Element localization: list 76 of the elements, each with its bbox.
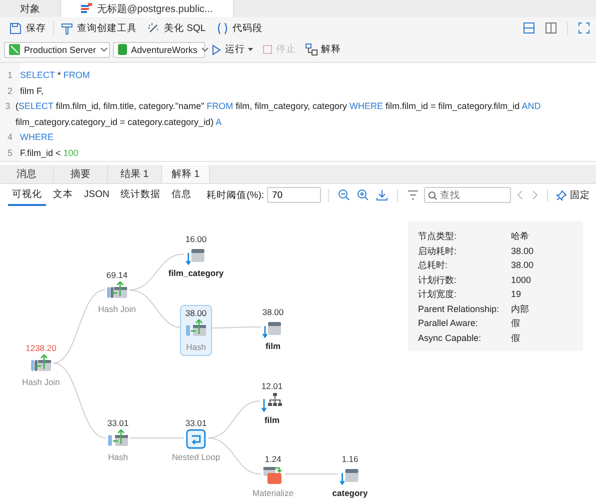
cost-label: 69.14 [106, 270, 128, 281]
detail-value: 19 [511, 288, 522, 301]
toolbar-button[interactable]: 查询创建工具 [58, 20, 140, 36]
detail-value: 1000 [511, 274, 532, 286]
cost-label: 33.01 [185, 418, 207, 429]
detail-label: Async Capable: [418, 332, 482, 345]
result-tab[interactable]: 解释 1 [162, 165, 210, 183]
plan-node[interactable]: 1.24 Materialize [247, 451, 299, 499]
detail-value: 38.00 [511, 259, 535, 272]
operation-label: Hash Join [98, 303, 136, 315]
result-tab[interactable]: 消息 [0, 165, 54, 183]
detail-label: 总耗时: [418, 259, 449, 272]
detail-label: 计划行数: [418, 274, 458, 286]
cost-label: 38.00 [185, 308, 207, 319]
cost-label: 33.01 [107, 418, 129, 429]
server-dropdown[interactable]: Production Server [4, 42, 110, 58]
code-line: SELECT * FROM [20, 69, 90, 82]
detail-label: 启动耗时: [418, 244, 458, 258]
plan-node[interactable]: 33.01 Hash [102, 415, 134, 466]
code-line: F.film_id < 100 [20, 146, 78, 160]
line-number: 2 [6, 84, 14, 98]
plan-node[interactable]: 1.16 category [327, 451, 373, 499]
cost-label: 1.24 [264, 454, 282, 465]
cost-label: 16.00 [185, 234, 207, 245]
pin-button[interactable]: 固定 [554, 188, 592, 202]
line-number: 3 [4, 100, 12, 113]
toolbar-button[interactable]: 保存 [6, 20, 49, 36]
plan-node[interactable]: 69.14 Hash Join [93, 267, 141, 318]
detail-label: 节点类型: [418, 230, 458, 243]
toolbar-button[interactable]: 美化 SQL [144, 20, 209, 36]
code-line: film F, [20, 84, 44, 98]
plan-node[interactable]: 16.00 film_category [163, 231, 229, 282]
operation-label: Hash Join [22, 376, 60, 388]
view-tab[interactable]: JSON [80, 186, 114, 204]
view-tab[interactable]: 信息 [167, 184, 196, 206]
view-tab[interactable]: 可视化 [8, 184, 46, 206]
code-line: WHERE [20, 131, 54, 144]
line-number: 4 [6, 131, 14, 144]
plan-node[interactable]: 38.00 Hash [180, 305, 212, 356]
threshold-label: 耗时阈值(%): [206, 188, 264, 202]
relation-label: film [265, 340, 281, 352]
detail-value: 假 [511, 317, 521, 330]
relation-label: film_category [168, 267, 224, 279]
plan-node[interactable]: 38.00 film [257, 304, 289, 355]
detail-value: 38.00 [511, 244, 535, 258]
detail-value: 假 [511, 332, 521, 344]
toolbar-button[interactable]: 代码段 [212, 20, 266, 36]
threshold-field[interactable]: 70 [267, 187, 321, 203]
detail-label: Parent Relationship: [418, 302, 500, 316]
detail-label: Parallel Aware: [418, 317, 479, 330]
action-button[interactable]: 运行 [208, 42, 256, 57]
cost-label: 12.01 [261, 381, 283, 392]
code-line: (SELECT film.film_id, film.title, category."name" FROM film, film_category, category WHERE film.film_id = film_category.film_id AND film_category.category_id = category.category_id) A [16, 100, 542, 129]
document-tab[interactable]: 无标题@postgres.public... [61, 0, 234, 17]
cost-label: 1238.20 [26, 343, 56, 354]
operation-label: Hash [186, 341, 206, 353]
detail-value: 内部 [511, 302, 530, 316]
detail-label: 计划宽度: [418, 288, 458, 301]
operation-label: Hash [108, 451, 128, 463]
detail-value: 哈希 [511, 230, 530, 243]
view-tab[interactable]: 统计数据 [116, 184, 164, 206]
cost-label: 38.00 [262, 307, 284, 318]
operation-label: Materialize [252, 487, 294, 499]
operation-label: Nested Loop [172, 451, 220, 463]
plan-node[interactable]: 12.01 film [256, 378, 288, 429]
plan-node[interactable]: 1238.20 Hash Join [17, 340, 65, 391]
relation-label: category [332, 487, 368, 499]
view-tab[interactable]: 文本 [49, 184, 77, 206]
line-number: 1 [6, 69, 14, 82]
line-number: 5 [6, 146, 14, 160]
action-button[interactable]: 解释 [302, 42, 344, 57]
plan-node[interactable]: 33.01 Nested Loop [166, 415, 226, 466]
relation-label: film [264, 414, 280, 426]
search-field[interactable]: 查找 [424, 187, 511, 203]
cost-label: 1.16 [342, 454, 358, 465]
result-tab[interactable]: 摘要 [54, 165, 108, 183]
